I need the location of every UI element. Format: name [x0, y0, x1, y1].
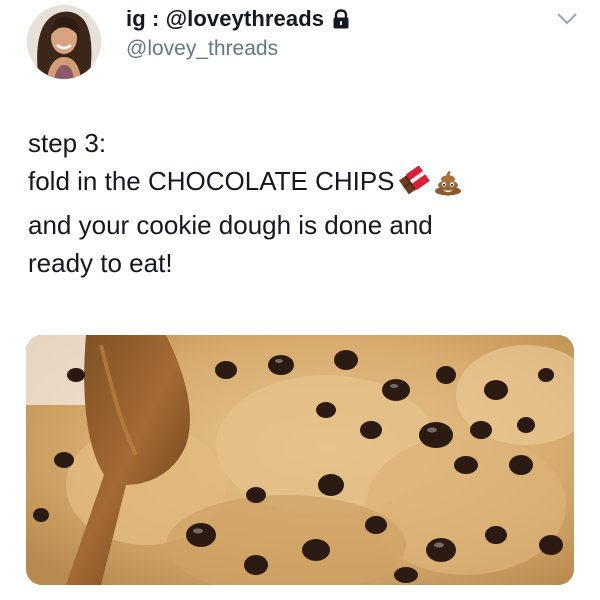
display-name[interactable]: ig : @loveythreads	[126, 6, 324, 32]
lock-icon	[332, 9, 350, 29]
tweet-line-with-emojis: fold in the CHOCOLATE CHIPS	[28, 162, 588, 206]
chocolate-bar-emoji	[397, 165, 431, 206]
chevron-down-icon[interactable]	[556, 12, 578, 26]
tweet-text: step 3: fold in the CHOCOLATE CHIPS and …	[28, 124, 588, 282]
avatar[interactable]	[27, 5, 101, 79]
tweet-line: fold in the CHOCOLATE CHIPS	[28, 166, 395, 196]
tweet-card: ig : @loveythreads @lovey_threads step 3…	[0, 0, 600, 600]
account-handle[interactable]: @lovey_threads	[126, 37, 278, 61]
pile-of-poo-emoji	[433, 166, 463, 206]
display-name-row: ig : @loveythreads	[126, 6, 350, 32]
tweet-line: and your cookie dough is done and	[28, 210, 433, 240]
tweet-header: ig : @loveythreads @lovey_threads	[0, 0, 600, 90]
tweet-line: ready to eat!	[28, 248, 173, 278]
avatar-photo	[27, 5, 101, 79]
tweet-line: step 3:	[28, 128, 107, 158]
cookie-dough-photo[interactable]	[26, 335, 574, 585]
